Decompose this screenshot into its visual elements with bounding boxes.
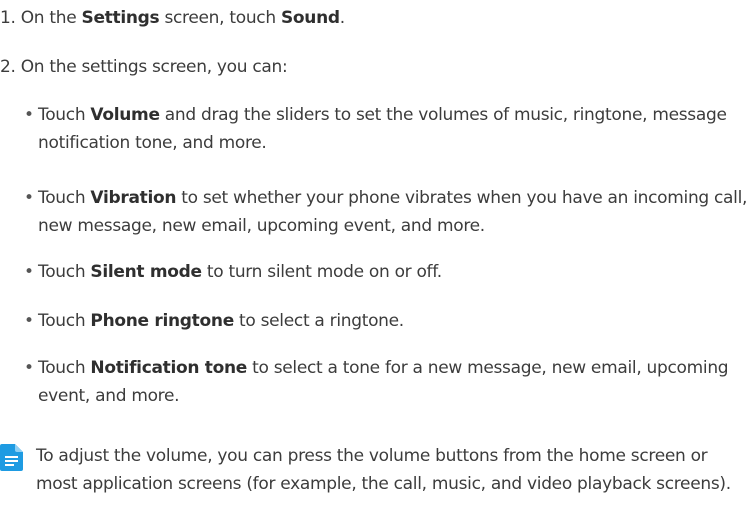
bullet-marker: •	[24, 358, 34, 378]
bullet-pre: Touch	[38, 358, 91, 378]
bullet-notification-tone: • Touch Notification tone to select a to…	[24, 354, 753, 410]
bullet-pre: Touch	[38, 188, 91, 208]
note-icon	[0, 444, 23, 471]
step-1-suffix: .	[339, 8, 345, 28]
bullet-marker: •	[24, 311, 34, 331]
step-2: 2. On the settings screen, you can:	[0, 55, 288, 79]
bullet-silent-mode: • Touch Silent mode to turn silent mode …	[24, 258, 753, 286]
bullet-phone-ringtone: • Touch Phone ringtone to select a ringt…	[24, 307, 753, 335]
step-2-text: 2. On the settings screen, you can:	[0, 57, 288, 77]
bullet-pre: Touch	[38, 311, 91, 331]
bullet-pre: Touch	[38, 262, 91, 282]
note-text: To adjust the volume, you can press the …	[36, 446, 731, 494]
sound-term: Sound	[280, 8, 340, 28]
notification-tone-term: Notification tone	[90, 358, 248, 378]
bullet-rest: to turn silent mode on or off.	[201, 262, 442, 282]
bullet-rest: to select a ringtone.	[233, 311, 404, 331]
bullet-vibration: • Touch Vibration to set whether your ph…	[24, 184, 753, 240]
bullet-marker: •	[24, 262, 34, 282]
step-1-middle: screen, touch	[159, 8, 281, 28]
bullet-text: Touch Volume and drag the sliders to set…	[24, 101, 753, 157]
settings-term: Settings	[81, 8, 160, 28]
bullet-text: Touch Vibration to set whether your phon…	[24, 184, 753, 240]
bullet-marker: •	[24, 105, 34, 125]
phone-ringtone-term: Phone ringtone	[90, 311, 234, 331]
step-1-prefix: 1. On the	[0, 8, 82, 28]
bullet-text: Touch Phone ringtone to select a rington…	[24, 307, 753, 335]
vibration-term: Vibration	[90, 188, 177, 208]
note: To adjust the volume, you can press the …	[0, 443, 753, 498]
bullet-pre: Touch	[38, 105, 91, 125]
bullet-text: Touch Silent mode to turn silent mode on…	[24, 258, 753, 286]
volume-term: Volume	[90, 105, 160, 125]
step-1: 1. On the Settings screen, touch Sound.	[0, 6, 345, 30]
bullet-marker: •	[24, 188, 34, 208]
bullet-text: Touch Notification tone to select a tone…	[24, 354, 753, 410]
bullet-volume: • Touch Volume and drag the sliders to s…	[24, 101, 753, 157]
silent-mode-term: Silent mode	[90, 262, 202, 282]
